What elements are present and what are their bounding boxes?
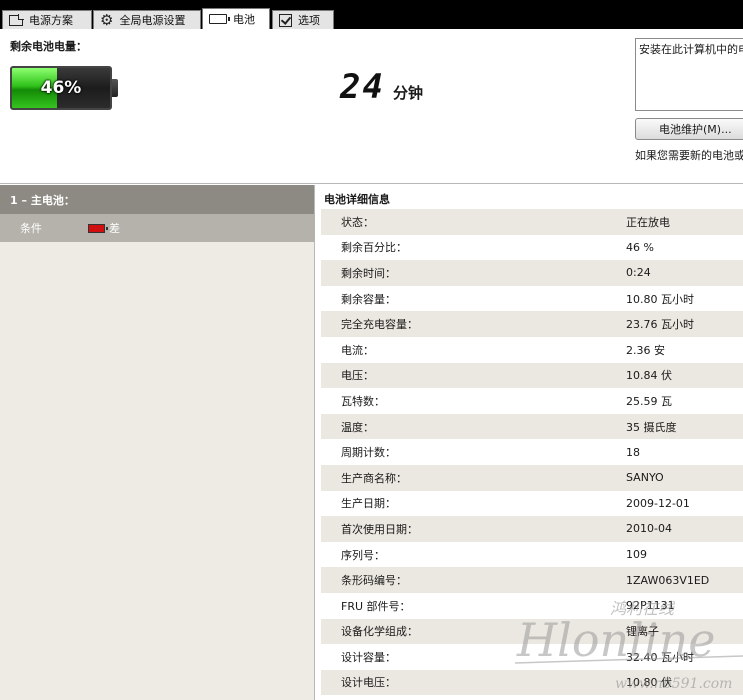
replace-battery-text: 如果您需要新的电池或 — [635, 149, 743, 162]
tab-label: 选项 — [298, 14, 320, 27]
battery-details-title: 电池详细信息 — [324, 193, 390, 206]
detail-row: 条形码编号： 1ZAW063V1ED — [321, 567, 743, 593]
detail-value: 109 — [626, 548, 647, 562]
detail-row: 周期计数： 18 — [321, 439, 743, 465]
detail-value: 2.36 安 — [626, 343, 665, 357]
detail-value: 锂离子 — [626, 625, 659, 639]
remaining-time-unit: 分钟 — [392, 84, 423, 102]
detail-row: 剩余时间： 0:24 — [321, 260, 743, 286]
detail-row: FRU 部件号： 92P1131 — [321, 593, 743, 619]
tab-label: 全局电源设置 — [119, 14, 186, 27]
detail-key: 设计容量： — [341, 650, 396, 664]
detail-row: 电压： 10.84 伏 — [321, 362, 743, 389]
detail-value: 0:24 — [626, 266, 651, 280]
detail-key: 条形码编号： — [341, 574, 407, 588]
tab-global-power-settings[interactable]: ⚙ 全局电源设置 — [93, 10, 201, 29]
detail-key: 状态： — [341, 215, 374, 229]
detail-value: 32.40 瓦小时 — [626, 650, 694, 664]
detail-value: 10.84 伏 — [626, 369, 672, 383]
detail-key: 序列号： — [341, 548, 385, 562]
tab-options[interactable]: 选项 — [272, 10, 334, 29]
detail-key: 电压： — [341, 369, 374, 383]
tab-battery[interactable]: 电池 — [202, 8, 270, 29]
detail-row: 剩余百分比： 46 % — [321, 235, 743, 261]
detail-key: 周期计数： — [341, 446, 396, 460]
detail-value: 46 % — [626, 240, 654, 254]
remaining-charge-label: 剩余电池电量： — [10, 40, 87, 53]
condition-label: 条件 — [20, 222, 42, 235]
detail-value: 35 摄氏度 — [626, 420, 677, 434]
battery-icon — [209, 14, 230, 24]
tab-bar: 电源方案 ⚙ 全局电源设置 电池 选项 — [0, 0, 743, 29]
detail-row: 生产日期： 2009-12-01 — [321, 491, 743, 517]
remaining-time-value: 24 — [340, 67, 385, 107]
battery-summary-panel: 剩余电池电量： 46% 24 分钟 安装在此计算机中的电 电池维护(M)... … — [0, 29, 743, 184]
tab-label: 电池 — [233, 13, 255, 26]
detail-key: 设备化学组成： — [341, 625, 418, 639]
detail-row: 设计容量： 32.40 瓦小时 — [321, 644, 743, 670]
detail-key: 电流： — [341, 343, 374, 357]
detail-value: 2010-04 — [626, 522, 672, 536]
detail-key: 瓦特数： — [341, 394, 385, 408]
detail-value: 10.80 瓦小时 — [626, 292, 694, 306]
detail-key: 剩余百分比： — [341, 241, 407, 255]
tab-power-plans[interactable]: 电源方案 — [2, 10, 92, 29]
detail-row: 首次使用日期： 2010-04 — [321, 516, 743, 542]
detail-row: 状态： 正在放电 — [321, 209, 743, 235]
detail-value: 23.76 瓦小时 — [626, 318, 694, 332]
detail-value: 10.80 伏 — [626, 676, 672, 690]
detail-row: 剩余容量： 10.80 瓦小时 — [321, 286, 743, 312]
detail-value: 1ZAW063V1ED — [626, 573, 710, 587]
detail-row: 生产商名称： SANYO — [321, 464, 743, 491]
detail-row: 设备化学组成： 锂离子 — [321, 618, 743, 645]
main-battery-header[interactable]: 1 – 主电池： — [0, 185, 314, 214]
battery-gauge: 46% — [10, 66, 112, 110]
condition-value: 差 — [109, 222, 120, 235]
detail-value: 92P1131 — [626, 599, 675, 613]
detail-row: 序列号： 109 — [321, 542, 743, 568]
detail-value: 2009-12-01 — [626, 496, 690, 510]
detail-value: SANYO — [626, 471, 664, 485]
battery-list-pane: 1 – 主电池： 条件 差 — [0, 185, 315, 700]
battery-maintenance-button[interactable]: 电池维护(M)... — [635, 118, 743, 140]
detail-key: 温度： — [341, 420, 374, 434]
detail-key: 首次使用日期： — [341, 522, 418, 536]
battery-details-list: 状态： 正在放电剩余百分比： 46 % 剩余时间： 0:24 剩余容量： 10.80 瓦小时… — [321, 209, 743, 696]
detail-value: 18 — [626, 445, 640, 459]
low-battery-icon — [88, 223, 108, 233]
detail-value: 25.59 瓦 — [626, 394, 672, 408]
detail-key: 生产商名称： — [341, 471, 407, 485]
detail-key: 剩余容量： — [341, 292, 396, 306]
detail-key: 完全充电容量： — [341, 318, 418, 332]
battery-details-pane: 电池详细信息 状态： 正在放电剩余百分比： 46 % 剩余时间： 0:24 剩余容量： 10… — [316, 185, 743, 700]
detail-key: 生产日期： — [341, 497, 396, 511]
tab-label: 电源方案 — [29, 14, 73, 27]
detail-row: 完全充电容量： 23.76 瓦小时 — [321, 311, 743, 337]
remaining-time: 24 分钟 — [340, 67, 423, 107]
detail-value: 正在放电 — [626, 215, 670, 229]
detail-row: 设计电压： 10.80 伏 — [321, 669, 743, 696]
detail-row: 温度： 35 摄氏度 — [321, 413, 743, 440]
battery-info-textbox[interactable]: 安装在此计算机中的电 — [635, 38, 743, 111]
detail-key: FRU 部件号： — [341, 599, 411, 613]
battery-percent-text: 46% — [40, 78, 82, 98]
battery-gauge-tip — [112, 79, 118, 97]
gear-icon: ⚙ — [100, 10, 114, 29]
detail-key: 剩余时间： — [341, 266, 396, 280]
checkbox-icon — [279, 13, 292, 27]
detail-row: 电流： 2.36 安 — [321, 337, 743, 363]
battery-condition-row[interactable]: 条件 差 — [0, 214, 315, 242]
detail-key: 设计电压： — [341, 676, 396, 690]
page-icon — [9, 14, 24, 26]
detail-row: 瓦特数： 25.59 瓦 — [321, 388, 743, 414]
